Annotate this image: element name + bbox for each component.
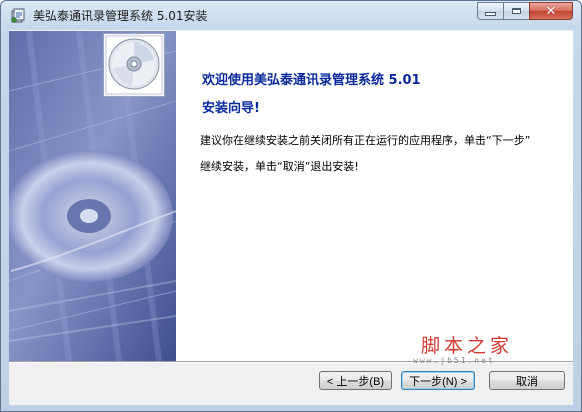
minimize-button[interactable] [477,2,503,20]
next-button[interactable]: 下一步(N) > [401,371,475,390]
title-bar[interactable]: 美弘泰通讯录管理系统 5.01安装 ✕ [1,1,581,29]
caption-buttons: ✕ [477,2,573,21]
cd-icon [103,33,165,97]
welcome-subheading: 安装向导! [202,101,260,116]
wizard-side-banner [9,31,176,361]
watermark: 脚本之家 www.jb51.net [413,331,553,371]
installer-window: 美弘泰通讯录管理系统 5.01安装 ✕ 欢迎使用美弘泰通讯录管理系统 5.01 … [0,0,582,412]
maximize-icon [512,8,521,14]
instructions-line-2: 继续安装，单击“取消”退出安装! [200,160,359,173]
maximize-button[interactable] [503,2,529,20]
window-title: 美弘泰通讯录管理系统 5.01安装 [33,9,208,23]
installer-app-icon [11,8,25,23]
cancel-button[interactable]: 取消 [489,371,565,390]
wizard-content-panel: 欢迎使用美弘泰通讯录管理系统 5.01 安装向导! 建议你在继续安装之前关闭所有… [9,31,573,361]
close-icon: ✕ [545,3,557,19]
watermark-text: 脚本之家 [421,335,514,357]
close-button[interactable]: ✕ [529,2,573,20]
instructions-line-1: 建议你在继续安装之前关闭所有正在运行的应用程序，单击“下一步” [200,134,531,147]
back-button[interactable]: < 上一步(B) [319,371,392,390]
watermark-url: www.jb51.net [413,356,495,365]
welcome-heading: 欢迎使用美弘泰通讯录管理系统 5.01 [202,73,421,88]
minimize-icon [485,12,496,16]
